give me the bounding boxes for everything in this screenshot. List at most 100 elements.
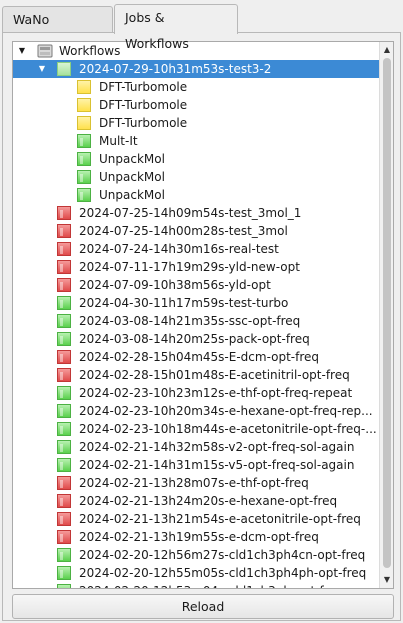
workflow-row[interactable]: 2024-02-21-14h32m58s-v2-opt-freq-sol-aga…: [13, 438, 379, 456]
workflow-row[interactable]: 2024-02-20-12h53m04s-cld1ch3ph-opt-freq: [13, 582, 379, 588]
workflow-status-icon: [57, 404, 71, 418]
workflow-status-icon: [57, 368, 71, 382]
workflow-row[interactable]: 2024-02-21-13h28m07s-e-thf-opt-freq: [13, 474, 379, 492]
job-status-icon: [77, 152, 91, 166]
workflow-label: 2024-02-28-15h01m48s-E-acetinitril-opt-f…: [79, 368, 350, 382]
workflow-row[interactable]: 2024-07-09-10h38m56s-yld-opt: [13, 276, 379, 294]
job-status-icon: [77, 170, 91, 184]
job-label: UnpackMol: [99, 152, 165, 166]
workflow-status-icon: [57, 476, 71, 490]
expand-arrow-icon[interactable]: ▼: [17, 42, 27, 60]
workflow-status-icon: [57, 548, 71, 562]
job-status-icon: [77, 134, 91, 148]
tree-root-row[interactable]: ▼ Workflows: [13, 42, 379, 60]
workflow-status-icon: [57, 422, 71, 436]
job-label: UnpackMol: [99, 170, 165, 184]
job-label: Mult-It: [99, 134, 138, 148]
workflow-status-icon: [57, 458, 71, 472]
jobs-workflows-panel: ▼ Workflows ▼ 2024-07-29-10h31m53s-test3…: [2, 32, 401, 621]
job-status-icon: [77, 80, 91, 94]
tab-jobs-workflows[interactable]: Jobs & Workflows: [114, 4, 238, 51]
workflow-label: 2024-07-09-10h38m56s-yld-opt: [79, 278, 271, 292]
collapse-arrow-icon[interactable]: ▼: [37, 60, 47, 78]
workflow-status-icon: [57, 278, 71, 292]
workflow-label: 2024-02-21-13h28m07s-e-thf-opt-freq: [79, 476, 309, 490]
job-row[interactable]: DFT-Turbomole: [13, 78, 379, 96]
scroll-up-icon[interactable]: ▲: [380, 43, 393, 57]
workflow-row[interactable]: 2024-07-25-14h00m28s-test_3mol: [13, 222, 379, 240]
job-label: DFT-Turbomole: [99, 98, 188, 112]
tree-root-label: Workflows: [59, 44, 121, 58]
workflow-row[interactable]: 2024-07-11-17h19m29s-yld-new-opt: [13, 258, 379, 276]
workflow-row[interactable]: 2024-02-21-13h19m55s-e-dcm-opt-freq: [13, 528, 379, 546]
workflow-status-icon: [57, 440, 71, 454]
workflow-row-selected[interactable]: ▼ 2024-07-29-10h31m53s-test3-2: [13, 60, 379, 78]
workflow-row[interactable]: 2024-03-08-14h21m35s-ssc-opt-freq: [13, 312, 379, 330]
workflow-label: 2024-02-21-13h21m54s-e-acetonitrile-opt-…: [79, 512, 361, 526]
workflow-label: 2024-07-24-14h30m16s-real-test: [79, 242, 279, 256]
workflow-label: 2024-02-23-10h23m12s-e-thf-opt-freq-repe…: [79, 386, 353, 400]
workflow-label: 2024-07-25-14h00m28s-test_3mol: [79, 224, 288, 238]
workflow-label: 2024-03-08-14h20m25s-pack-opt-freq: [79, 332, 310, 346]
workflow-status-icon: [57, 584, 71, 588]
workflow-status-icon: [57, 494, 71, 508]
job-row[interactable]: DFT-Turbomole: [13, 96, 379, 114]
workflow-label: 2024-04-30-11h17m59s-test-turbo: [79, 296, 289, 310]
workflow-row[interactable]: 2024-02-20-12h56m27s-cld1ch3ph4cn-opt-fr…: [13, 546, 379, 564]
workflow-label: 2024-02-21-13h24m20s-e-hexane-opt-freq: [79, 494, 338, 508]
workflow-tree[interactable]: ▼ Workflows ▼ 2024-07-29-10h31m53s-test3…: [12, 41, 394, 589]
workflow-row[interactable]: 2024-02-23-10h23m12s-e-thf-opt-freq-repe…: [13, 384, 379, 402]
workflow-status-icon: [57, 512, 71, 526]
job-row[interactable]: Mult-It: [13, 132, 379, 150]
workflow-label: 2024-07-25-14h09m54s-test_3mol_1: [79, 206, 302, 220]
vertical-scrollbar[interactable]: ▲ ▼: [379, 42, 393, 588]
workflow-status-icon: [57, 296, 71, 310]
tab-wano-settings[interactable]: WaNo Settings: [2, 6, 113, 53]
workflow-status-icon: [57, 314, 71, 328]
workflow-label: 2024-07-29-10h31m53s-test3-2: [79, 62, 272, 76]
job-status-icon: [77, 116, 91, 130]
scrollbar-thumb[interactable]: [383, 58, 391, 568]
workflow-status-icon: [57, 260, 71, 274]
tree-rows: ▼ Workflows ▼ 2024-07-29-10h31m53s-test3…: [13, 42, 379, 588]
workflow-label: 2024-02-23-10h18m44s-e-acetonitrile-opt-…: [79, 422, 377, 436]
workflow-row[interactable]: 2024-04-30-11h17m59s-test-turbo: [13, 294, 379, 312]
drive-icon: [37, 44, 53, 58]
job-row[interactable]: UnpackMol: [13, 150, 379, 168]
reload-button[interactable]: Reload: [12, 594, 394, 619]
workflow-row[interactable]: 2024-02-20-12h55m05s-cld1ch3ph4ph-opt-fr…: [13, 564, 379, 582]
workflow-label: 2024-02-21-14h31m15s-v5-opt-freq-sol-aga…: [79, 458, 355, 472]
job-status-icon: [77, 188, 91, 202]
job-label: DFT-Turbomole: [99, 80, 188, 94]
workflow-row[interactable]: 2024-02-21-13h21m54s-e-acetonitrile-opt-…: [13, 510, 379, 528]
workflow-row[interactable]: 2024-07-25-14h09m54s-test_3mol_1: [13, 204, 379, 222]
workflow-status-icon: [57, 530, 71, 544]
workflow-status-icon: [57, 350, 71, 364]
workflow-status-icon: [57, 386, 71, 400]
workflow-status-icon: [57, 332, 71, 346]
workflow-label: 2024-02-21-13h19m55s-e-dcm-opt-freq: [79, 530, 319, 544]
workflow-label: 2024-03-08-14h21m35s-ssc-opt-freq: [79, 314, 301, 328]
workflow-status-icon: [57, 566, 71, 580]
workflow-row[interactable]: 2024-03-08-14h20m25s-pack-opt-freq: [13, 330, 379, 348]
job-row[interactable]: DFT-Turbomole: [13, 114, 379, 132]
workflow-status-icon: [57, 242, 71, 256]
workflow-label: 2024-07-11-17h19m29s-yld-new-opt: [79, 260, 300, 274]
workflow-row[interactable]: 2024-02-23-10h20m34s-e-hexane-opt-freq-r…: [13, 402, 379, 420]
job-label: UnpackMol: [99, 188, 165, 202]
workflow-label: 2024-02-23-10h20m34s-e-hexane-opt-freq-r…: [79, 404, 373, 418]
workflow-row[interactable]: 2024-02-23-10h18m44s-e-acetonitrile-opt-…: [13, 420, 379, 438]
job-row[interactable]: UnpackMol: [13, 186, 379, 204]
job-row[interactable]: UnpackMol: [13, 168, 379, 186]
workflow-row[interactable]: 2024-02-28-15h01m48s-E-acetinitril-opt-f…: [13, 366, 379, 384]
workflow-status-icon: [57, 62, 71, 76]
workflow-row[interactable]: 2024-02-21-13h24m20s-e-hexane-opt-freq: [13, 492, 379, 510]
workflow-label: 2024-02-20-12h55m05s-cld1ch3ph4ph-opt-fr…: [79, 566, 367, 580]
workflow-row[interactable]: 2024-02-28-15h04m45s-E-dcm-opt-freq: [13, 348, 379, 366]
workflow-row[interactable]: 2024-02-21-14h31m15s-v5-opt-freq-sol-aga…: [13, 456, 379, 474]
workflow-label: 2024-02-28-15h04m45s-E-dcm-opt-freq: [79, 350, 320, 364]
workflow-label: 2024-02-20-12h53m04s-cld1ch3ph-opt-freq: [79, 582, 343, 588]
workflow-row[interactable]: 2024-07-24-14h30m16s-real-test: [13, 240, 379, 258]
scroll-down-icon[interactable]: ▼: [380, 573, 393, 587]
workflow-status-icon: [57, 224, 71, 238]
